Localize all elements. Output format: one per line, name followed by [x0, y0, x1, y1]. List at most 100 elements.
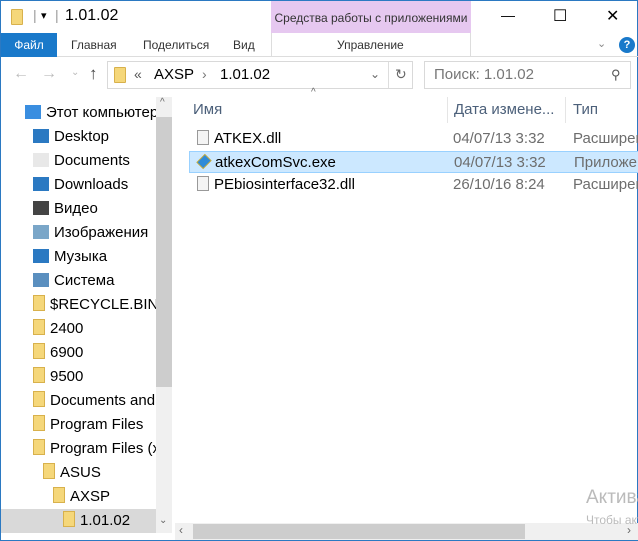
nav-item-label: Documents and Settings: [50, 392, 156, 409]
horizontal-scrollbar[interactable]: ‹ ›: [175, 523, 638, 540]
sort-ascending-icon: ^: [311, 87, 316, 98]
nav-item[interactable]: 1.01.02: [1, 509, 156, 533]
maximize-button[interactable]: ☐: [553, 6, 567, 26]
folder-icon: [33, 439, 45, 455]
folder-icon: [11, 9, 23, 25]
nav-item[interactable]: 2400: [1, 317, 156, 341]
nav-item[interactable]: Documents: [1, 149, 156, 173]
dll-icon: [197, 176, 209, 191]
nav-item[interactable]: Program Files: [1, 413, 156, 437]
nav-item[interactable]: 9500: [1, 365, 156, 389]
nav-item[interactable]: Изображения: [1, 221, 156, 245]
tab-home[interactable]: Главная: [71, 33, 117, 57]
nav-item-label: 6900: [50, 344, 84, 361]
column-header-type[interactable]: Тип: [573, 97, 598, 123]
folder-icon: [53, 487, 65, 503]
nav-item-label: Program Files (x86): [50, 440, 156, 457]
folder-icon: [33, 415, 45, 431]
nav-item-label: Documents: [54, 152, 130, 169]
activation-watermark-title: Активация Windows: [586, 487, 638, 508]
folder-icon: [33, 367, 45, 383]
file-date: 26/10/16 8:24: [453, 176, 545, 193]
dll-icon: [197, 130, 209, 145]
close-button[interactable]: ✕: [606, 6, 619, 26]
back-button[interactable]: ←: [13, 65, 29, 83]
file-date: 04/07/13 3:32: [453, 130, 545, 147]
separator: |: [55, 7, 59, 23]
search-icon: ⚲: [611, 67, 621, 82]
file-row[interactable]: atkexComSvc.exe 04/07/13 3:32 Приложение: [189, 151, 638, 173]
nav-item[interactable]: Система: [1, 269, 156, 293]
file-row[interactable]: ATKEX.dll 04/07/13 3:32 Расширение: [189, 128, 638, 150]
address-bar[interactable]: « AXSP › 1.01.02 ⌄ ↻: [107, 61, 413, 89]
nav-item[interactable]: Видео: [1, 197, 156, 221]
recent-dropdown-icon[interactable]: ⌄: [71, 67, 79, 78]
nav-item-label: Изображения: [54, 224, 149, 241]
breadcrumb-axsp[interactable]: AXSP: [154, 66, 194, 83]
separator: |: [33, 7, 37, 23]
up-button[interactable]: ↑: [89, 64, 98, 84]
divider: [388, 62, 389, 88]
scroll-up-icon[interactable]: ^: [160, 97, 165, 108]
divider: [565, 97, 566, 123]
scroll-left-icon[interactable]: ‹: [179, 523, 183, 537]
drive-icon: [33, 273, 49, 287]
nav-item-label: Этот компьютер: [46, 104, 156, 121]
video-icon: [33, 201, 49, 215]
computer-icon: [25, 105, 41, 119]
tab-file[interactable]: Файл: [1, 33, 57, 57]
pictures-icon: [33, 225, 49, 239]
column-header-name[interactable]: Имя: [193, 97, 222, 123]
nav-item[interactable]: Этот компьютер: [1, 101, 156, 125]
horizontal-scrollbar-thumb[interactable]: [193, 524, 525, 539]
breadcrumb-overflow[interactable]: «: [134, 66, 142, 82]
nav-item[interactable]: Desktop: [1, 125, 156, 149]
tab-share[interactable]: Поделиться: [143, 33, 209, 57]
nav-item[interactable]: $RECYCLE.BIN: [1, 293, 156, 317]
file-row[interactable]: PEbiosinterface32.dll 26/10/16 8:24 Расшир…: [189, 174, 638, 196]
nav-scrollbar-thumb[interactable]: [156, 117, 172, 387]
downloads-icon: [33, 177, 49, 191]
folder-icon: [33, 343, 45, 359]
nav-item[interactable]: ASUS: [1, 461, 156, 485]
nav-item[interactable]: Documents and Settings: [1, 389, 156, 413]
breadcrumb-current[interactable]: 1.01.02: [220, 66, 270, 83]
nav-item-label: Program Files: [50, 416, 144, 433]
divider: [447, 97, 448, 123]
nav-item-label: $RECYCLE.BIN: [50, 296, 156, 313]
file-type: Расширение: [573, 130, 638, 147]
nav-item[interactable]: 6900: [1, 341, 156, 365]
column-header-date[interactable]: Дата измене...: [454, 97, 554, 123]
nav-item-label: AXSP: [70, 488, 111, 505]
file-date: 04/07/13 3:32: [454, 154, 546, 171]
context-tab-group: Средства работы с приложениями: [271, 1, 471, 33]
file-type: Расширение: [573, 176, 638, 193]
nav-item-label: Видео: [54, 200, 98, 217]
nav-item[interactable]: Музыка: [1, 245, 156, 269]
address-dropdown-icon[interactable]: ⌄: [370, 67, 380, 81]
help-icon[interactable]: ?: [619, 37, 635, 53]
nav-scrollbar[interactable]: ^ ⌄: [156, 97, 172, 533]
quick-access-dropdown-icon[interactable]: ▾: [41, 9, 47, 22]
desktop-icon: [33, 129, 49, 143]
folder-icon: [43, 463, 55, 479]
search-input[interactable]: Поиск: 1.01.02: [424, 61, 631, 89]
nav-item[interactable]: Program Files (x86): [1, 437, 156, 461]
scroll-down-icon[interactable]: ⌄: [159, 515, 167, 526]
tab-manage[interactable]: Управление: [337, 33, 404, 57]
nav-item-label: 9500: [50, 368, 84, 385]
nav-item-label: Desktop: [54, 128, 110, 145]
tab-view[interactable]: Вид: [233, 33, 255, 57]
forward-button[interactable]: →: [41, 65, 57, 83]
nav-item[interactable]: Downloads: [1, 173, 156, 197]
nav-item[interactable]: AXSP: [1, 485, 156, 509]
folder-icon: [33, 295, 45, 311]
ribbon-expand-icon[interactable]: ⌄: [597, 37, 606, 50]
music-icon: [33, 249, 49, 263]
file-type: Приложение: [574, 154, 638, 171]
file-name: ATKEX.dll: [214, 130, 282, 147]
refresh-icon[interactable]: ↻: [395, 66, 407, 83]
file-name: atkexComSvc.exe: [215, 154, 336, 171]
file-name: PEbiosinterface32.dll: [214, 176, 355, 193]
minimize-button[interactable]: —: [501, 7, 515, 23]
